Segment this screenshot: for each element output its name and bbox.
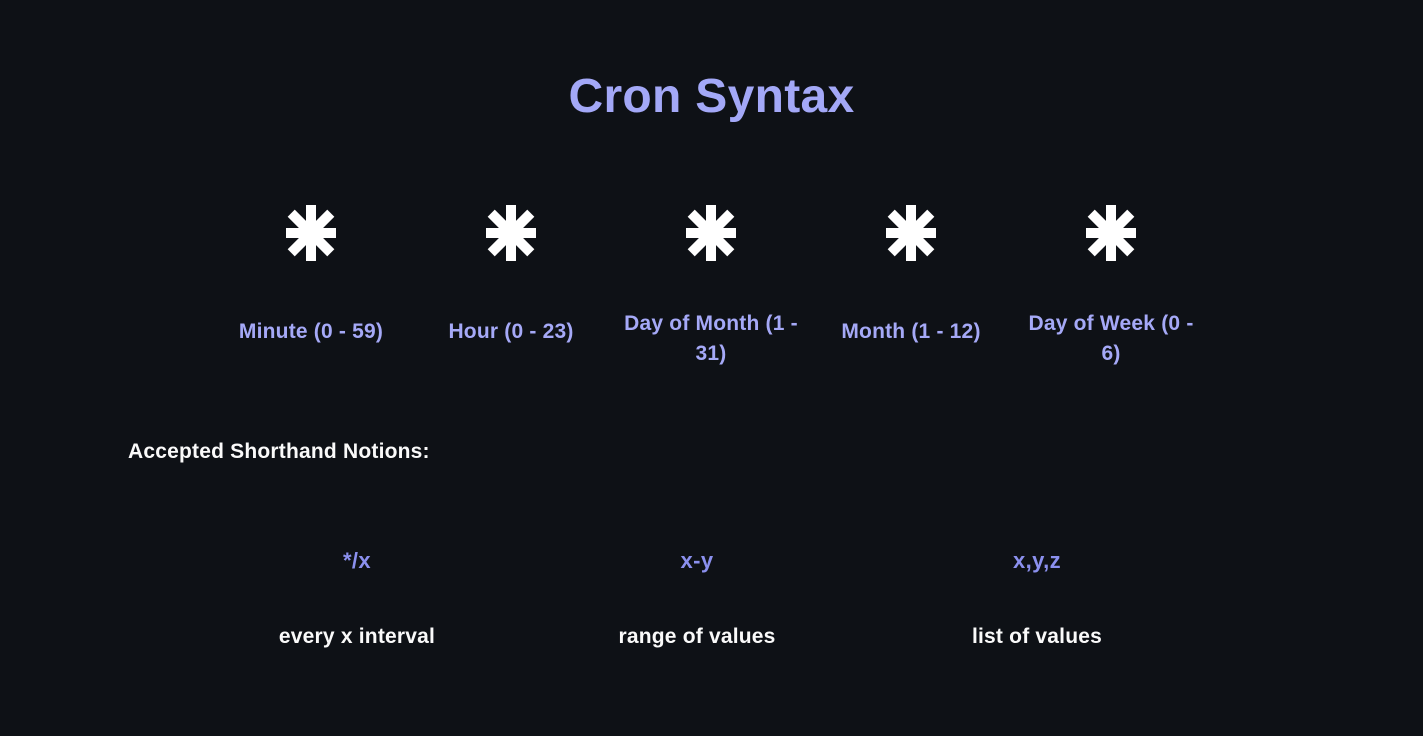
- cron-field-label: Hour (0 - 23): [416, 261, 606, 347]
- cron-fields-row: Minute (0 - 59) Hour (0 - 23): [211, 205, 1211, 369]
- cron-field-month: Month (1 - 12): [811, 205, 1011, 347]
- shorthand-heading: Accepted Shorthand Notions:: [128, 437, 430, 467]
- cron-field-hour: Hour (0 - 23): [411, 205, 611, 347]
- shorthand-description: every x interval: [279, 625, 435, 648]
- cron-field-day-of-month: Day of Month (1 - 31): [611, 205, 811, 369]
- shorthand-symbol: x-y: [681, 548, 714, 573]
- shorthand-table: */x x-y x,y,z every x interval range of …: [187, 546, 1207, 652]
- shorthand-description: list of values: [972, 625, 1102, 648]
- shorthand-description: range of values: [618, 625, 775, 648]
- shorthand-cell-list: x,y,z: [867, 546, 1207, 576]
- cron-syntax-page: Cron Syntax Minute (0 - 59): [0, 0, 1423, 736]
- cron-field-minute: Minute (0 - 59): [211, 205, 411, 347]
- cron-field-label: Minute (0 - 59): [216, 261, 406, 347]
- page-title: Cron Syntax: [0, 66, 1423, 128]
- cron-field-label: Day of Week (0 - 6): [1016, 261, 1206, 369]
- asterisk-icon: [684, 205, 738, 261]
- shorthand-cell-interval-desc: every x interval: [187, 622, 527, 652]
- asterisk-icon: [484, 205, 538, 261]
- asterisk-icon: [884, 205, 938, 261]
- cron-field-day-of-week: Day of Week (0 - 6): [1011, 205, 1211, 369]
- shorthand-symbol: */x: [343, 548, 371, 573]
- asterisk-icon: [284, 205, 338, 261]
- shorthand-description-row: every x interval range of values list of…: [187, 622, 1207, 652]
- shorthand-cell-list-desc: list of values: [867, 622, 1207, 652]
- asterisk-icon: [1084, 205, 1138, 261]
- cron-field-label: Month (1 - 12): [816, 261, 1006, 347]
- cron-field-label: Day of Month (1 - 31): [616, 261, 806, 369]
- shorthand-cell-interval: */x: [187, 546, 527, 576]
- shorthand-symbol-row: */x x-y x,y,z: [187, 546, 1207, 576]
- shorthand-cell-range: x-y: [527, 546, 867, 576]
- shorthand-symbol: x,y,z: [1013, 548, 1061, 573]
- shorthand-cell-range-desc: range of values: [527, 622, 867, 652]
